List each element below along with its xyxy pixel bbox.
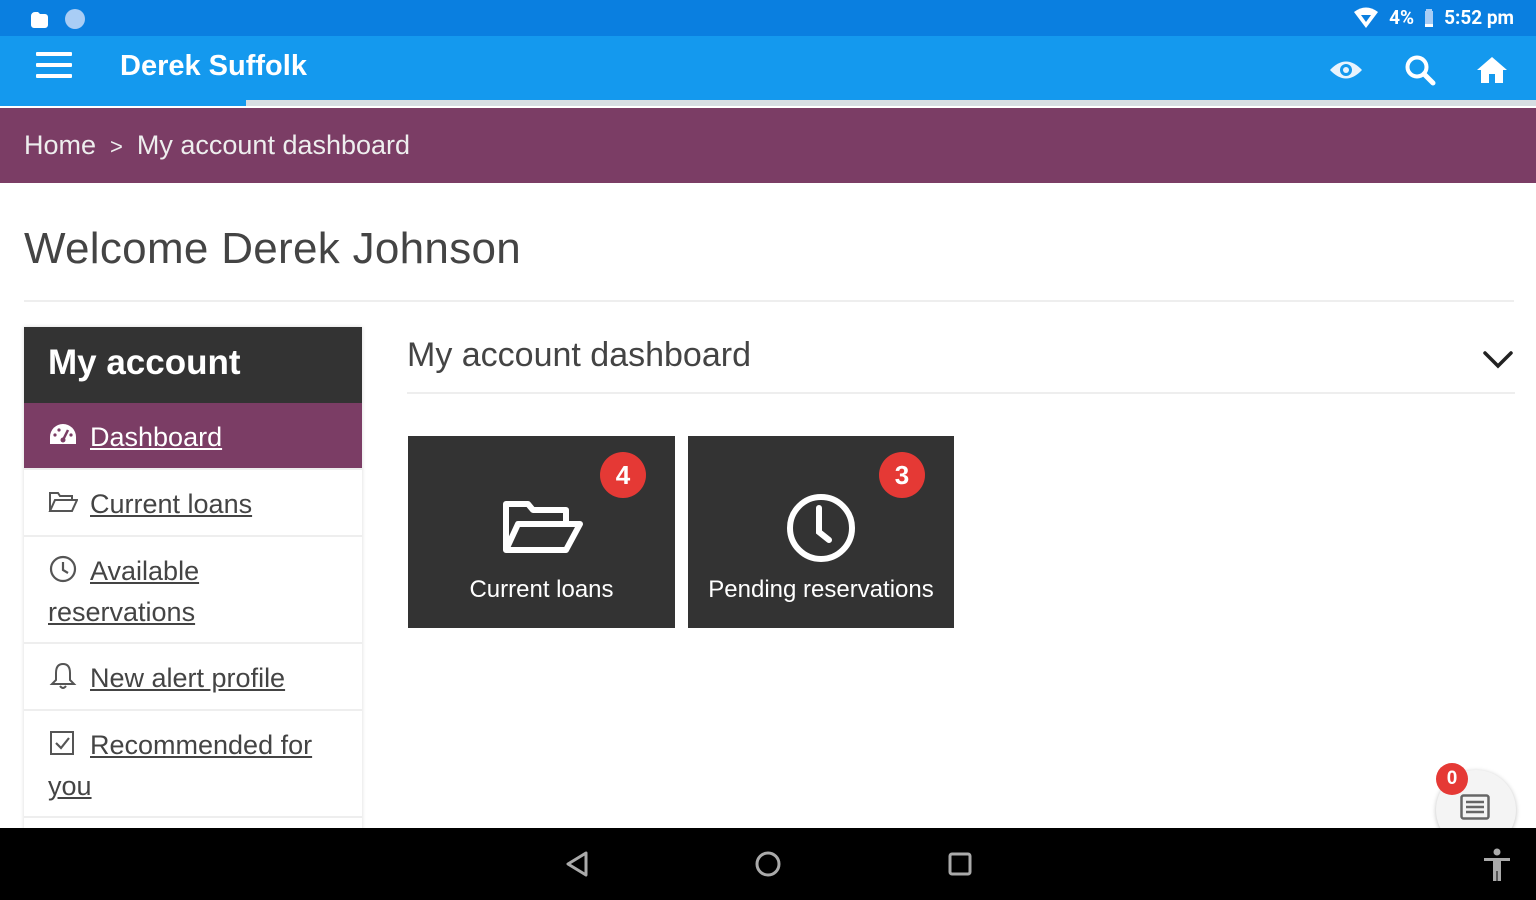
clock-time: 5:52 pm (1444, 6, 1514, 29)
account-sidebar: My account Dashboard Current loans Avail… (24, 327, 362, 830)
sidebar-item-available-reservations[interactable]: Available reservations (24, 537, 362, 644)
sidebar-item-dashboard[interactable]: Dashboard (24, 403, 362, 470)
notification-app-icon (31, 12, 48, 28)
search-icon[interactable] (1404, 54, 1436, 86)
app-bar: Derek Suffolk (0, 36, 1536, 100)
home-circle-icon[interactable] (754, 850, 782, 878)
notification-icons (28, 8, 86, 30)
app-title: Derek Suffolk (120, 50, 307, 82)
panel-title: My account dashboard (407, 336, 751, 374)
sidebar-item-new-alert-profile[interactable]: New alert profile (24, 644, 362, 711)
sidebar-item-label: Dashboard (90, 422, 223, 452)
battery-percent: 4% (1389, 6, 1415, 29)
page-title: Welcome Derek Johnson (24, 224, 522, 273)
fab-count-badge: 0 (1436, 763, 1468, 795)
bell-icon (49, 662, 77, 689)
reservations-count-badge: 3 (879, 452, 925, 498)
appbar-actions (1328, 54, 1508, 86)
loans-count-badge: 4 (600, 452, 646, 498)
recent-apps-icon[interactable] (946, 850, 974, 878)
tile-current-loans[interactable]: 4 Current loans (408, 436, 675, 628)
back-icon[interactable] (564, 850, 592, 878)
dashboard-icon (50, 424, 76, 444)
sidebar-item-label: Current loans (90, 489, 253, 519)
sidebar-item-recommended[interactable]: Recommended for you (24, 711, 362, 818)
tile-pending-reservations[interactable]: 3 Pending reservations (688, 436, 954, 628)
panel-divider (407, 392, 1515, 394)
sidebar-item-current-loans[interactable]: Current loans (24, 470, 362, 537)
battery-icon (1425, 8, 1434, 27)
clock-icon (787, 494, 855, 562)
breadcrumb-home-link[interactable]: Home (24, 130, 96, 161)
wifi-icon (1354, 7, 1379, 28)
tile-label: Pending reservations (708, 576, 934, 603)
folder-open-icon (48, 492, 78, 512)
menu-icon[interactable] (36, 52, 72, 82)
check-square-icon (50, 731, 74, 755)
breadcrumb: Home > My account dashboard (0, 108, 1536, 183)
loading-progress-fill (0, 100, 246, 106)
sidebar-item-label: Recommended for you (48, 730, 313, 801)
sidebar-item-label: New alert profile (90, 663, 286, 693)
breadcrumb-separator: > (110, 134, 123, 159)
accessibility-icon[interactable] (1482, 848, 1512, 882)
system-nav-bar (0, 828, 1536, 900)
system-status: 4% 5:52 pm (1353, 6, 1514, 29)
folder-open-icon (502, 501, 583, 553)
sidebar-header: My account (24, 327, 362, 403)
list-icon (1460, 794, 1490, 820)
divider (24, 300, 1514, 302)
breadcrumb-current: My account dashboard (136, 130, 411, 160)
tile-label: Current loans (469, 576, 614, 603)
eye-icon[interactable] (1328, 57, 1364, 83)
clock-icon (49, 555, 77, 583)
status-bar: 4% 5:52 pm (0, 0, 1536, 36)
loading-progress-bar (0, 100, 1536, 106)
home-icon[interactable] (1476, 55, 1508, 85)
notification-dot-icon (65, 9, 85, 29)
chevron-down-icon[interactable] (1480, 344, 1516, 374)
